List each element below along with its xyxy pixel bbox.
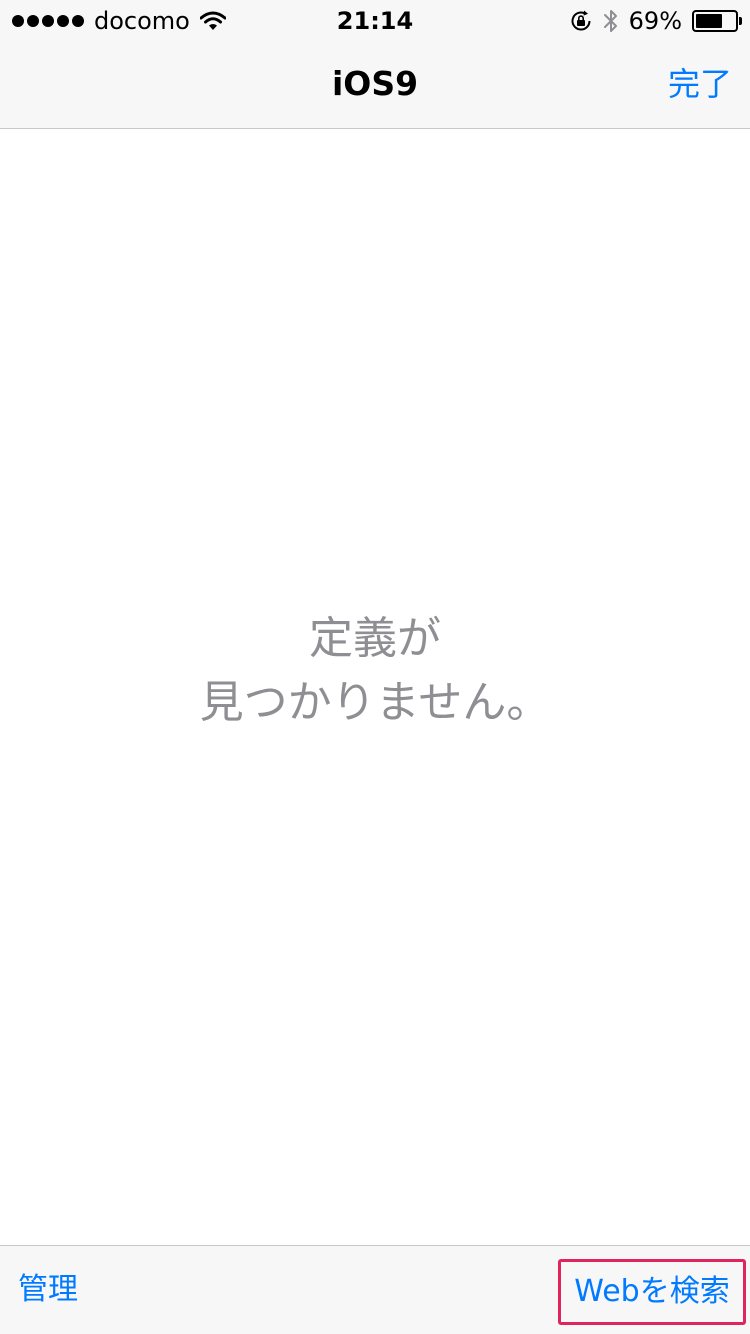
battery-cap bbox=[739, 17, 742, 25]
navigation-bar: iOS9 完了 bbox=[0, 40, 750, 129]
status-bar: docomo 21:14 69% bbox=[0, 0, 750, 40]
bluetooth-icon bbox=[603, 10, 617, 32]
search-web-button[interactable]: Webを検索 bbox=[558, 1259, 746, 1325]
no-definition-line-2: 見つかりません。 bbox=[199, 677, 551, 728]
page-title: iOS9 bbox=[331, 64, 419, 103]
battery-percent: 69% bbox=[628, 7, 682, 35]
battery-fill bbox=[696, 14, 722, 28]
bottom-toolbar: 管理 Webを検索 bbox=[0, 1245, 750, 1334]
no-definition-message: 定義が 見つかりません。 bbox=[0, 607, 750, 735]
battery-icon bbox=[692, 10, 742, 32]
done-button[interactable]: 完了 bbox=[668, 40, 732, 128]
status-right: 69% bbox=[569, 6, 742, 36]
orientation-lock-icon bbox=[571, 10, 591, 31]
definition-content: 定義が 見つかりません。 bbox=[0, 129, 750, 1245]
manage-button[interactable]: 管理 bbox=[18, 1246, 78, 1334]
no-definition-line-1: 定義が bbox=[309, 613, 441, 664]
